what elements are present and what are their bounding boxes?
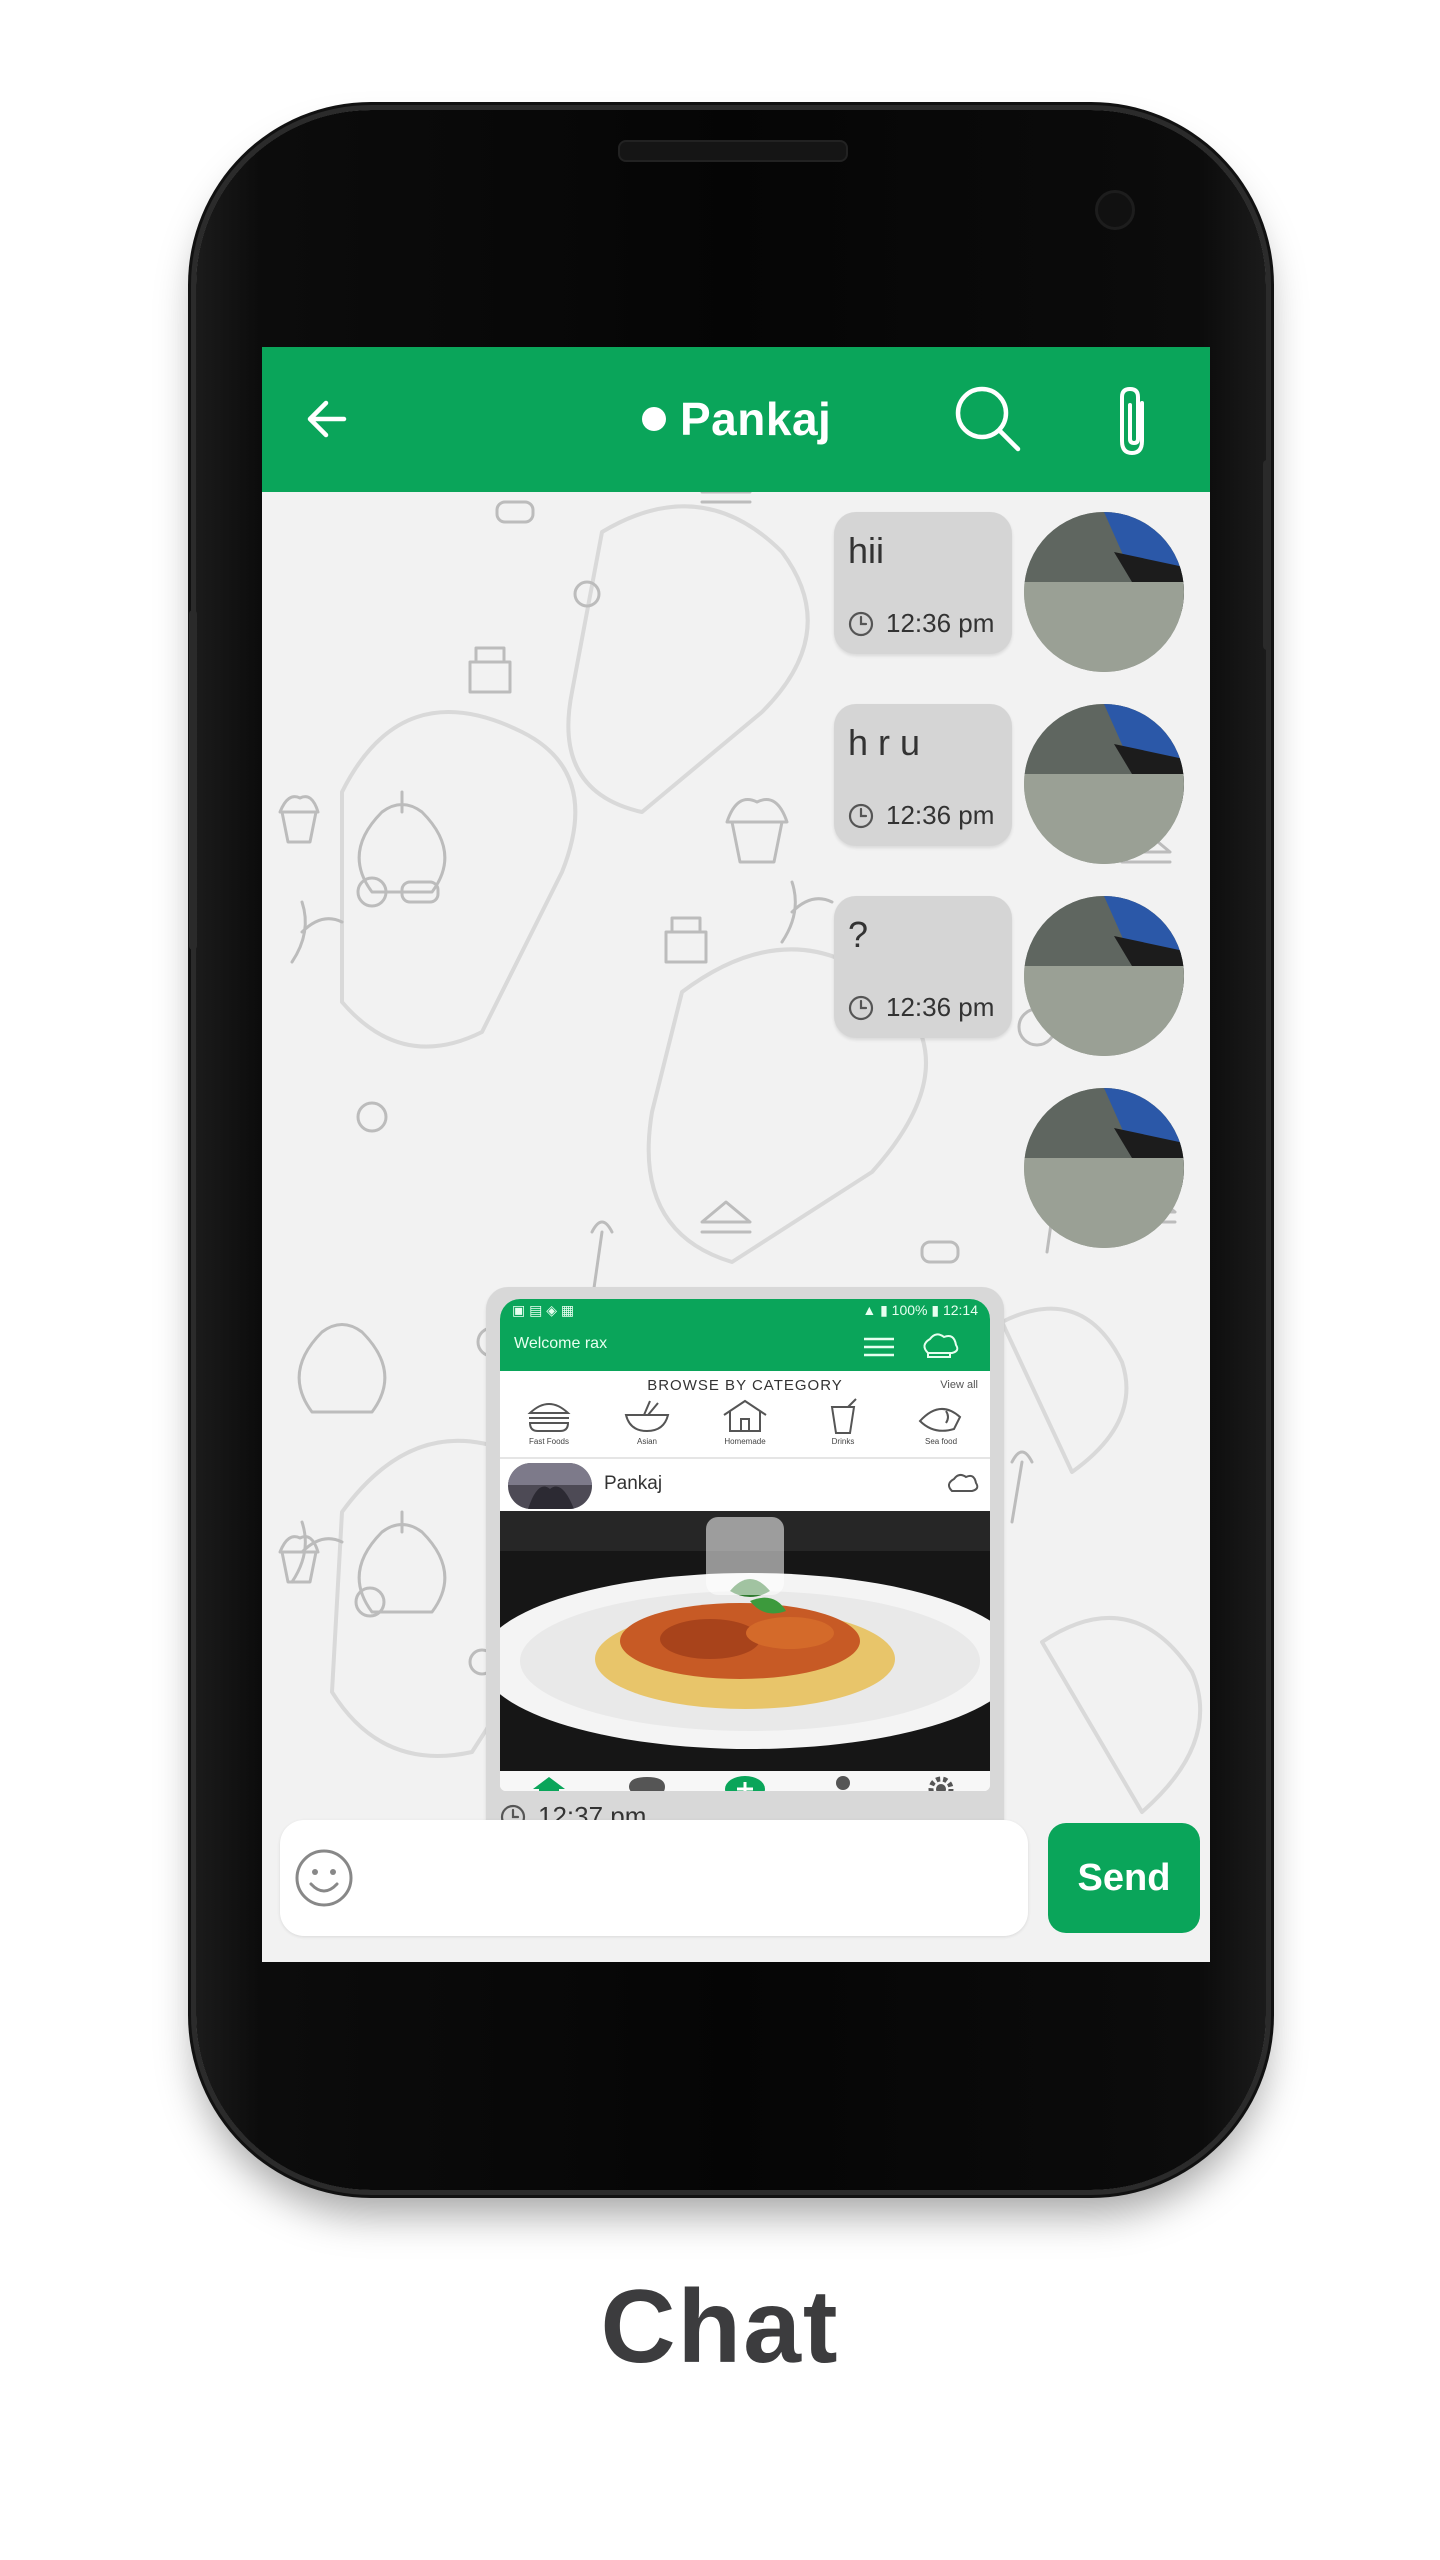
preview-food-photo [500,1511,990,1771]
front-camera [1095,190,1135,230]
avatar-photo [1024,704,1184,864]
burger-icon [527,1403,571,1432]
avatar-photo [1024,512,1184,672]
message-bubble[interactable]: hii 12:36 pm [834,512,1012,654]
image-message-bubble[interactable]: ▣ ▤ ◈ ▦ ▲ ▮ 100% ▮ 12:14 Welcome rax BROW… [486,1287,1004,1851]
house-icon [723,1399,767,1432]
preview-category: Fast Foods [509,1397,589,1453]
chat-header: Pankaj [262,347,1210,492]
avatar-photo [1024,896,1184,1056]
page-caption: Chat [600,2269,840,2385]
smiley-icon[interactable] [292,1846,356,1910]
message-text: h r u [848,722,921,763]
preview-status-bar: ▣ ▤ ◈ ▦ ▲ ▮ 100% ▮ 12:14 [500,1299,990,1321]
power-button [1263,460,1271,650]
contact-title[interactable]: Pankaj [642,389,831,449]
avatar[interactable] [1024,896,1184,1056]
preview-post-author: Pankaj [604,1473,663,1494]
chef-hat-icon [948,1473,979,1492]
bowl-icon [624,1400,670,1433]
play-overlay[interactable] [706,1517,784,1595]
avatar[interactable] [1024,512,1184,672]
drink-icon [830,1398,857,1434]
back-arrow-icon[interactable] [298,389,358,449]
preview-bottom-nav [500,1771,990,1791]
avatar-photo [1024,1088,1184,1248]
message-bubble[interactable]: ? 12:36 pm [834,896,1012,1038]
chat-screen: Pankaj hii 12:36 pm h r u 12:36 pm ? 12:… [262,347,1210,1962]
message-bubble[interactable]: h r u 12:36 pm [834,704,1012,846]
volume-button [189,610,197,950]
send-button[interactable]: Send [1048,1823,1200,1933]
clock-icon [848,995,874,1020]
clock-icon [848,803,874,828]
message-time: 12:36 pm [886,800,995,830]
message-input[interactable] [370,1838,1010,1918]
search-icon[interactable] [952,383,1024,455]
chat-icon [629,1777,665,1791]
preview-category: Asian [607,1397,687,1453]
screenshot-attachment[interactable]: ▣ ▤ ◈ ▦ ▲ ▮ 100% ▮ 12:14 Welcome rax BROW… [500,1299,990,1791]
preview-category: Drinks [803,1397,883,1453]
settings-icon [928,1776,954,1791]
home-icon [533,1777,565,1791]
profile-icon [836,1776,850,1790]
phone-speaker [618,140,848,162]
chef-hat-icon [923,1333,959,1358]
contact-name: Pankaj [680,393,832,445]
avatar[interactable] [1024,704,1184,864]
preview-post-avatar [508,1463,592,1509]
list-icon [864,1337,894,1357]
message-text: ? [848,914,869,955]
avatar[interactable] [1024,1088,1184,1248]
fish-icon [918,1408,962,1432]
preview-view-all: View all [940,1379,978,1391]
online-status-dot [642,407,666,431]
preview-section-title: BROWSE BY CATEGORY [647,1377,843,1394]
paperclip-icon[interactable] [1108,383,1160,463]
preview-categories: Fast Foods Asian Homemade Drinks Sea foo… [500,1397,990,1453]
message-composer [280,1820,1028,1936]
preview-app-bar: Welcome rax [500,1321,990,1371]
preview-category: Sea food [901,1397,981,1453]
preview-post-header: Pankaj [500,1459,990,1511]
preview-category: Homemade [705,1397,785,1453]
message-time: 12:36 pm [886,992,995,1022]
message-time: 12:36 pm [886,608,995,638]
clock-icon [848,611,874,636]
add-icon [725,1776,765,1791]
preview-welcome-text: Welcome rax [514,1335,608,1352]
message-text: hii [848,530,885,571]
